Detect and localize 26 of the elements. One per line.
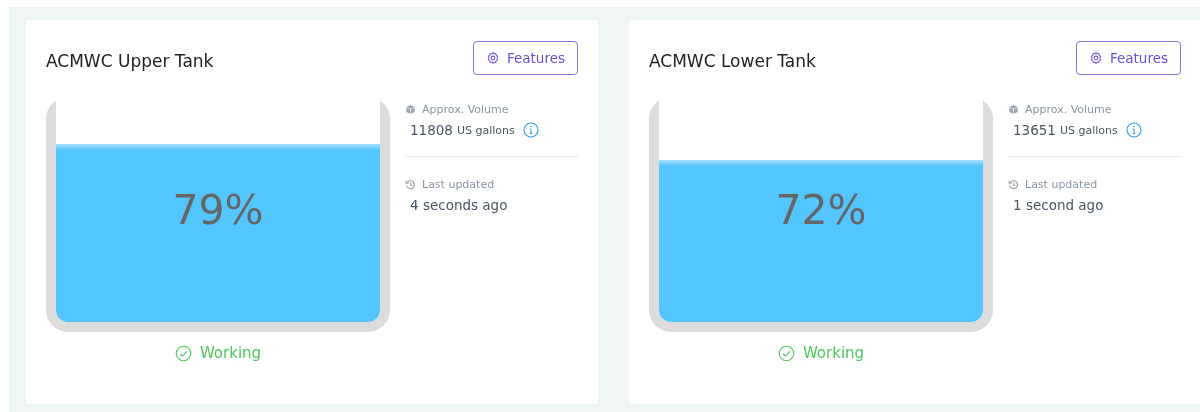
volume-unit: US gallons [1059, 123, 1118, 137]
volume-label: Approx. Volume [1025, 103, 1112, 116]
volume-unit: US gallons [456, 123, 515, 137]
tank-title: ACMWC Upper Tank [46, 50, 214, 71]
cube-icon [1008, 104, 1019, 115]
updated-value: 4 seconds ago [410, 197, 508, 213]
settings-icon [485, 50, 500, 65]
history-icon [1008, 179, 1019, 190]
features-button[interactable]: Features [1075, 40, 1181, 75]
tank-title: ACMWC Lower Tank [649, 50, 816, 71]
updated-label: Last updated [1025, 178, 1098, 191]
info-icon[interactable] [1125, 122, 1142, 138]
updated-label: Last updated [422, 178, 495, 191]
volume-label: Approx. Volume [422, 103, 509, 116]
history-icon [405, 179, 416, 190]
settings-icon [1088, 50, 1103, 65]
volume-value: 13651 [1013, 122, 1056, 138]
cube-icon [405, 104, 416, 115]
info-icon[interactable] [522, 122, 539, 138]
updated-value: 1 second ago [1013, 197, 1104, 213]
status-label: Working [199, 344, 262, 362]
status-label: Working [802, 344, 865, 362]
fill-percentage: 79% [172, 185, 264, 234]
fill-percentage: 72% [775, 185, 867, 234]
volume-value: 11808 [410, 122, 453, 138]
features-button[interactable]: Features [472, 40, 578, 75]
